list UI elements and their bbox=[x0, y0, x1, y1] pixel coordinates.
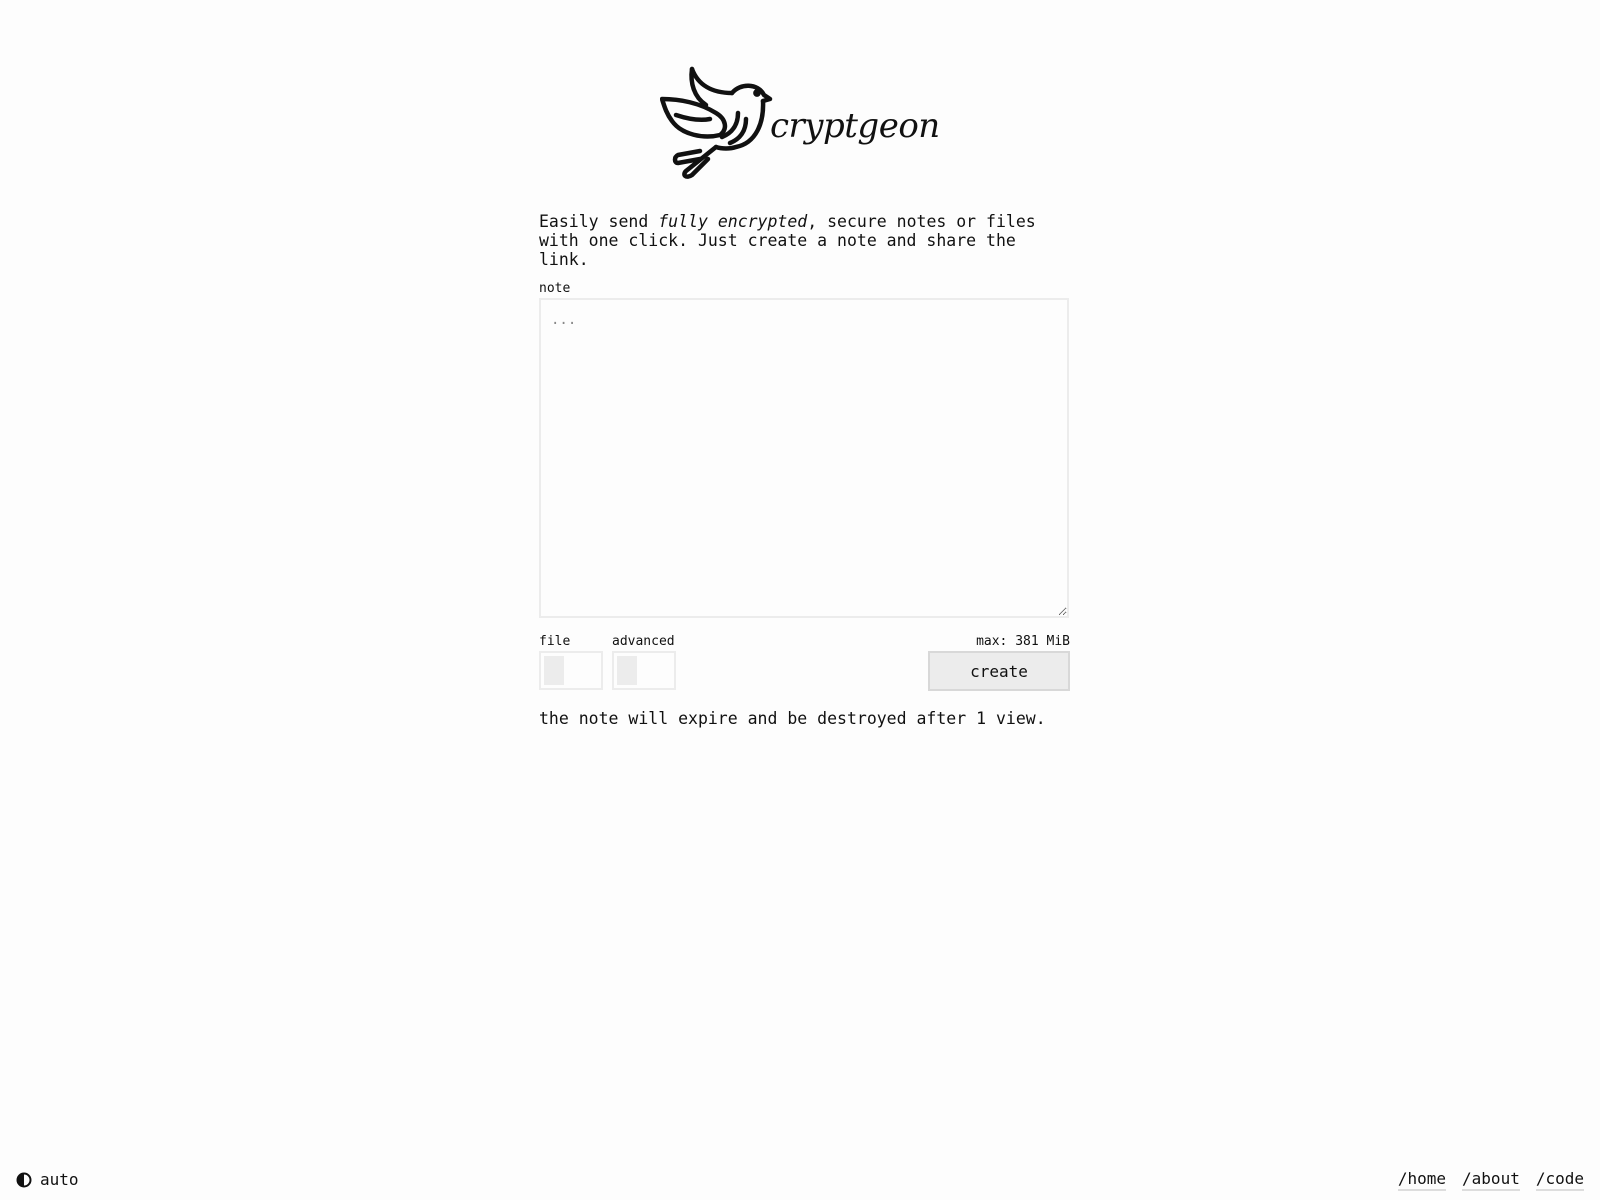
expire-text: the note will expire and be destroyed af… bbox=[539, 709, 1046, 728]
note-textarea[interactable] bbox=[539, 298, 1069, 618]
home-link[interactable]: /home bbox=[1397, 1169, 1447, 1191]
file-toggle-knob bbox=[544, 656, 564, 685]
intro-emphasis: fully encrypted bbox=[658, 212, 808, 231]
page: cryptgeon Easily send fully encrypted, s… bbox=[0, 0, 1600, 1200]
half-circle-icon bbox=[16, 1172, 32, 1187]
file-toggle[interactable] bbox=[539, 651, 603, 690]
logo[interactable]: cryptgeon bbox=[660, 62, 940, 182]
theme-switcher[interactable]: auto bbox=[16, 1170, 79, 1189]
about-link[interactable]: /about bbox=[1462, 1169, 1520, 1191]
note-label: note bbox=[539, 281, 571, 296]
max-size-label: max: 381 MiB bbox=[976, 634, 1070, 649]
file-label: file bbox=[539, 634, 571, 649]
create-button[interactable]: create bbox=[928, 651, 1070, 691]
advanced-label: advanced bbox=[612, 634, 675, 649]
intro-text: Easily send fully encrypted, secure note… bbox=[539, 212, 1069, 269]
advanced-toggle[interactable] bbox=[612, 651, 676, 690]
theme-label: auto bbox=[40, 1170, 79, 1189]
logo-text: cryptgeon bbox=[770, 106, 940, 146]
dove-logo-icon bbox=[660, 66, 773, 179]
intro-prefix: Easily send bbox=[539, 212, 659, 231]
advanced-toggle-knob bbox=[617, 656, 637, 685]
footer-nav: /home /about /code bbox=[1397, 1169, 1584, 1191]
code-link[interactable]: /code bbox=[1535, 1169, 1584, 1191]
